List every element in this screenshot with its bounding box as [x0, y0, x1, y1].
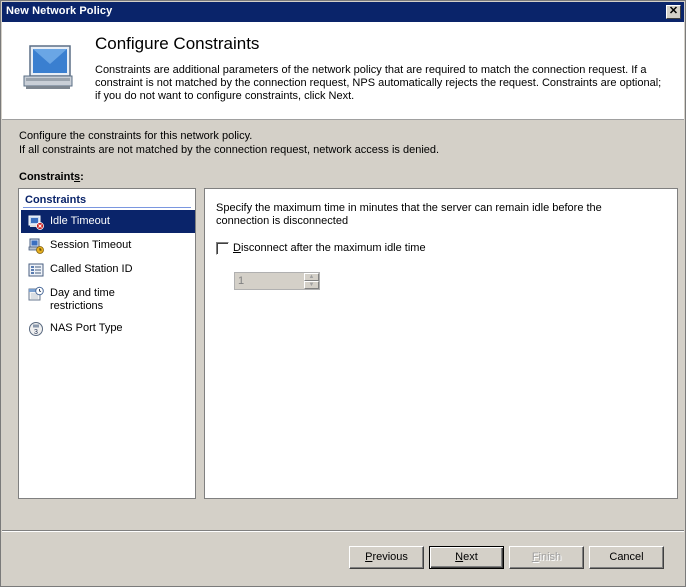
constraints-label: Constraints:	[19, 171, 84, 183]
list-group-header: Constraints	[25, 194, 87, 206]
list-item-label: Session Timeout	[50, 239, 132, 251]
list-item-label: Idle Timeout	[50, 215, 110, 227]
constraints-label-colon: :	[80, 171, 84, 183]
previous-button[interactable]: Previous	[349, 546, 424, 569]
list-item-idle-timeout[interactable]: Idle Timeout	[21, 210, 195, 233]
constraints-list[interactable]: Constraints Idle Timeout Session Timeout	[18, 188, 196, 499]
close-icon: ✕	[668, 5, 679, 17]
next-button[interactable]: Next	[429, 546, 504, 569]
finish-mnemonic: F	[531, 551, 539, 563]
spinner-buttons: ▲ ▼	[304, 273, 319, 289]
disconnect-label-text: isconnect after the maximum idle time	[240, 242, 426, 254]
nas-port-icon: 3	[29, 322, 43, 336]
list-item-nas-port-type[interactable]: 3 NAS Port Type	[21, 317, 195, 340]
next-label: ext	[463, 551, 478, 563]
constraint-detail-panel: Specify the maximum time in minutes that…	[204, 188, 678, 499]
wizard-header: Configure Constraints Constraints are ad…	[2, 22, 684, 120]
list-item-label: Day and time restrictions	[50, 287, 115, 312]
up-arrow-icon: ▲	[308, 274, 315, 280]
previous-label: revious	[372, 551, 408, 563]
page-title: Configure Constraints	[95, 34, 260, 53]
detail-description: Specify the maximum time in minutes that…	[216, 202, 602, 227]
intro-text: Configure the constraints for this netwo…	[19, 129, 439, 157]
list-item-day-and-time-restrictions[interactable]: Day and time restrictions	[21, 282, 195, 318]
list-item-session-timeout[interactable]: Session Timeout	[21, 234, 195, 257]
finish-button: Finish	[509, 546, 584, 569]
page-description: Constraints are additional parameters of…	[95, 64, 662, 102]
constraints-label-text: Constraint	[19, 171, 74, 183]
spin-up-button: ▲	[304, 273, 319, 281]
spin-down-button: ▼	[304, 281, 319, 289]
down-arrow-icon: ▼	[308, 282, 315, 288]
idle-timeout-icon	[28, 215, 44, 230]
finish-label: inish	[538, 551, 562, 563]
cancel-button[interactable]: Cancel	[589, 546, 664, 569]
idle-time-spinner: 1 ▲ ▼	[234, 272, 320, 290]
disconnect-checkbox-label[interactable]: Disconnect after the maximum idle time	[233, 242, 426, 254]
new-network-policy-dialog: New Network Policy ✕ Configure Constrain…	[0, 0, 686, 587]
session-timeout-icon	[28, 238, 44, 254]
disconnect-checkbox[interactable]	[216, 242, 229, 255]
called-station-icon	[28, 263, 44, 277]
network-computer-icon	[23, 45, 73, 89]
title-bar[interactable]: New Network Policy ✕	[2, 2, 684, 22]
list-item-called-station-id[interactable]: Called Station ID	[21, 258, 195, 281]
intro-line-1: Configure the constraints for this netwo…	[19, 130, 253, 142]
svg-text:3: 3	[34, 329, 38, 336]
list-item-label: Called Station ID	[50, 263, 133, 275]
window-title: New Network Policy	[6, 5, 113, 17]
list-item-label: NAS Port Type	[50, 322, 123, 334]
next-mnemonic: N	[455, 551, 464, 563]
close-button[interactable]: ✕	[666, 5, 681, 19]
footer-separator	[2, 530, 684, 532]
cancel-label: Cancel	[609, 551, 644, 563]
disconnect-mnemonic: D	[233, 242, 241, 254]
day-time-icon	[28, 286, 44, 301]
idle-time-value: 1	[238, 275, 245, 287]
intro-line-2: If all constraints are not matched by th…	[19, 144, 440, 156]
list-header-divider	[23, 207, 191, 208]
